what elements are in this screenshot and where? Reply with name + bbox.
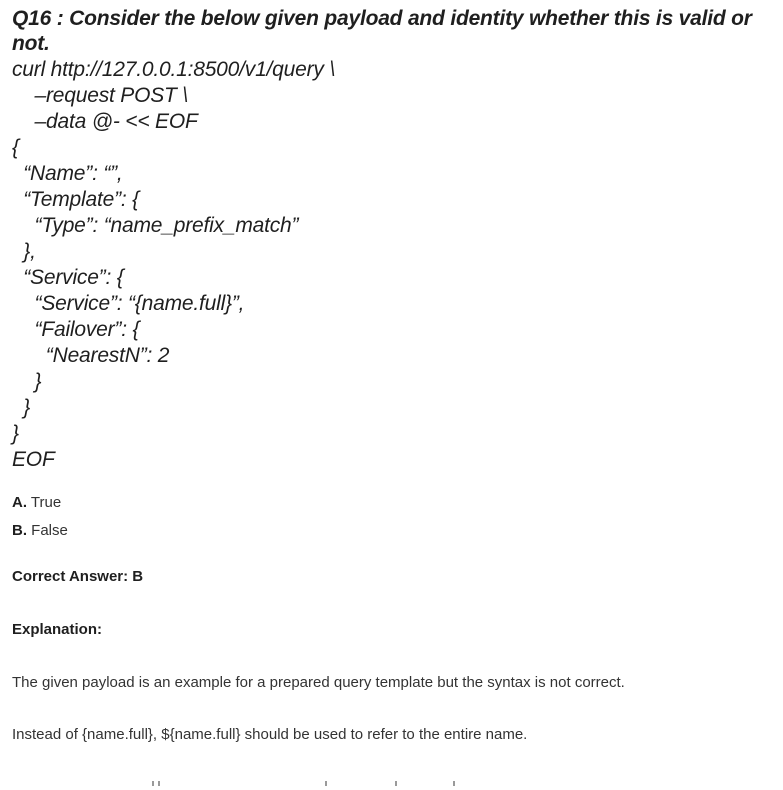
cut-off-glyph	[453, 781, 455, 786]
answer-options: A. True B. False	[12, 489, 772, 545]
code-line: “Failover”: {	[12, 318, 140, 341]
code-line: {	[12, 136, 19, 159]
code-line: –data @- << EOF	[12, 110, 198, 133]
code-line: “NearestN”: 2	[12, 344, 170, 367]
cut-off-glyph	[158, 781, 160, 786]
code-line: EOF	[12, 448, 55, 471]
code-line: “Type”: “name_prefix_match”	[12, 214, 299, 237]
question-title: Q16 : Consider the below given payload a…	[12, 7, 752, 55]
code-block: curl http://127.0.0.1:8500/v1/query \ –r…	[12, 57, 772, 473]
option-b[interactable]: B. False	[12, 517, 772, 545]
explanation-heading: Explanation:	[12, 621, 103, 638]
code-line: }	[12, 422, 19, 445]
code-line: “Service”: {	[12, 266, 124, 289]
explanation-paragraph: The given payload is an example for a pr…	[12, 674, 625, 691]
code-line: –request POST \	[12, 84, 189, 107]
cut-off-glyph	[325, 781, 327, 786]
cut-off-text-fragments	[0, 781, 783, 790]
code-line: }	[12, 396, 31, 419]
code-line: },	[12, 240, 36, 263]
code-line: “Service”: “{name.full}”,	[12, 292, 245, 315]
cut-off-glyph	[152, 781, 154, 786]
option-b-key: B.	[12, 522, 27, 539]
option-a[interactable]: A. True	[12, 489, 772, 517]
code-line: curl http://127.0.0.1:8500/v1/query \	[12, 58, 335, 81]
option-a-text: True	[27, 494, 62, 511]
code-line: “Name”: “”,	[12, 162, 123, 185]
code-line: “Template”: {	[12, 188, 139, 211]
explanation-paragraph: Instead of {name.full}, ${name.full} sho…	[12, 726, 528, 743]
question-page: Q16 : Consider the below given payload a…	[12, 6, 772, 745]
cut-off-glyph	[395, 781, 397, 786]
option-a-key: A.	[12, 494, 27, 511]
correct-answer: Correct Answer: B	[12, 568, 144, 585]
option-b-text: False	[27, 522, 68, 539]
code-line: }	[12, 370, 42, 393]
